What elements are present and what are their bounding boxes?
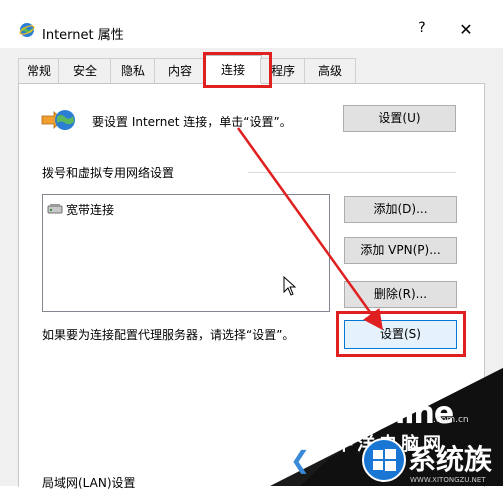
xitongzu-logo: 系统族 — [408, 443, 493, 476]
internet-properties-dialog: Internet 属性 ? ✕ 常规 安全 隐私 内容 连接 程序 高级 要设置… — [0, 0, 503, 490]
pconline-domain: .com.cn — [433, 415, 469, 425]
watermark-bracket-icon: ❮ — [290, 446, 311, 474]
windows-logo-icon — [362, 438, 406, 482]
pconline-logo: PConline — [313, 396, 454, 431]
xitongzu-domain: WWW.XITONGZU.NET — [410, 476, 486, 484]
